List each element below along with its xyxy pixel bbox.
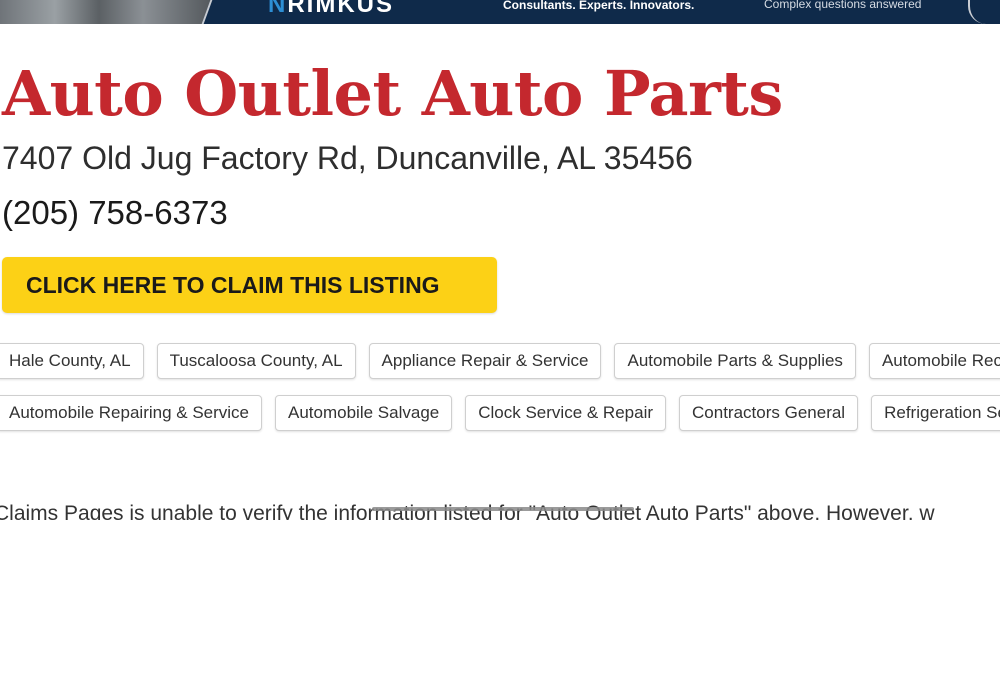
page: NRIMKUS Consultants. Experts. Innovators… (0, 0, 1000, 694)
tag-clock-service[interactable]: Clock Service & Repair (465, 395, 667, 431)
tag-contractors-general[interactable]: Contractors General (679, 395, 859, 431)
business-address: 7407 Old Jug Factory Rd, Duncanville, AL… (2, 140, 693, 176)
scroll-indicator[interactable] (372, 507, 634, 511)
tag-automobile-repairing[interactable]: Automobile Repairing & Service (0, 395, 263, 431)
tag-appliance-repair[interactable]: Appliance Repair & Service (368, 343, 602, 379)
business-name: Auto Outlet Auto Parts (2, 57, 783, 130)
tag-automobile-recovery[interactable]: Automobile Recove (868, 343, 1000, 379)
category-tags-row-2: Automobile Repairing & Service Automobil… (0, 395, 1000, 431)
tag-automobile-salvage[interactable]: Automobile Salvage (275, 395, 453, 431)
ad-photo (0, 0, 220, 24)
business-phone[interactable]: (205) 758-6373 (2, 192, 228, 234)
ad-logo: NRIMKUS (268, 0, 394, 19)
ad-tagline: Consultants. Experts. Innovators. (503, 0, 695, 12)
claim-listing-button[interactable]: CLICK HERE TO CLAIM THIS LISTING (2, 257, 497, 313)
tag-refrigeration-service[interactable]: Refrigeration Servi (871, 395, 1000, 431)
ad-decoration (968, 0, 1000, 24)
ad-banner[interactable]: NRIMKUS Consultants. Experts. Innovators… (0, 0, 1000, 24)
logo-mark-icon: N (268, 0, 288, 18)
category-tags-row-1: Hale County, AL Tuscaloosa County, AL Ap… (0, 343, 1000, 379)
tag-hale-county[interactable]: Hale County, AL (0, 343, 144, 379)
ad-tagline-secondary: Complex questions answered (764, 0, 922, 11)
tag-tuscaloosa-county[interactable]: Tuscaloosa County, AL (156, 343, 356, 379)
tag-automobile-parts[interactable]: Automobile Parts & Supplies (614, 343, 856, 379)
ad-logo-text: RIMKUS (287, 0, 395, 18)
